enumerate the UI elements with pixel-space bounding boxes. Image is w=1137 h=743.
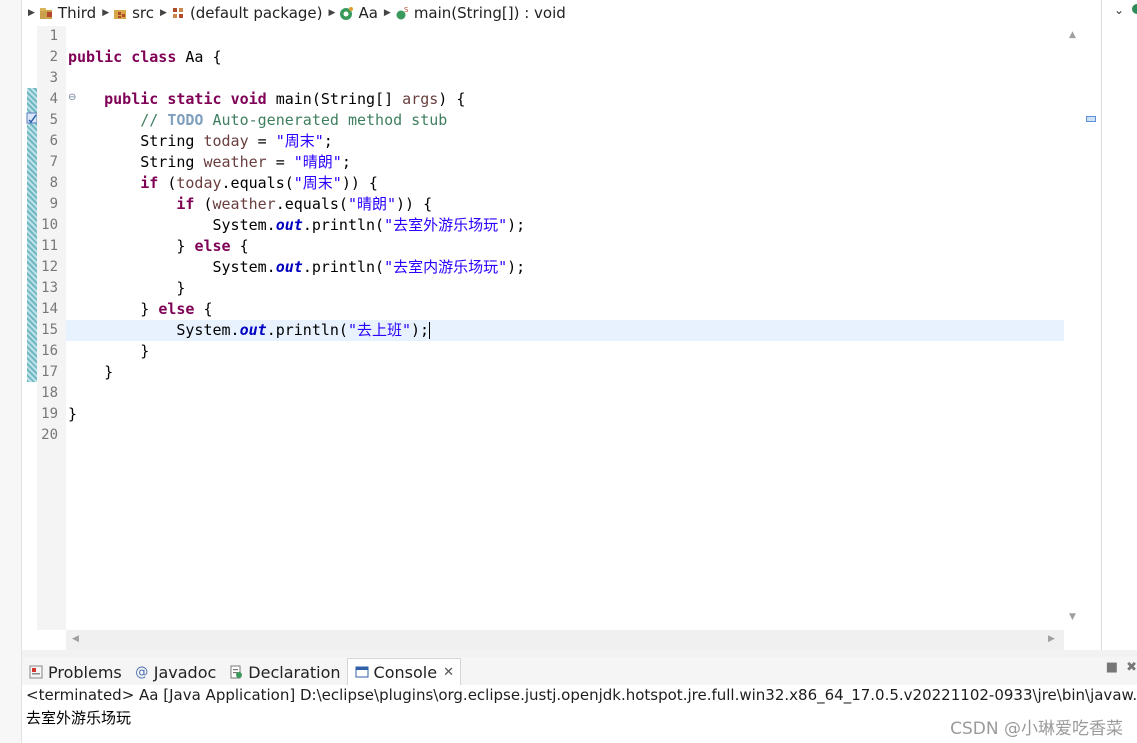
code-line-current: System.out.println("去上班"); [176, 321, 431, 339]
console-output: 去室外游乐场玩 [26, 709, 132, 727]
tab-label: Javadoc [153, 662, 217, 682]
tab-label: Problems [48, 662, 122, 682]
text-caret [429, 322, 431, 339]
line-number-gutter: 1 2 3 4 5 6 7 8 9 10 11 12 13 14 15 16 1… [37, 26, 76, 630]
line-number: 5 [49, 112, 58, 128]
console-status: <terminated> Aa [Java Application] D:\ec… [26, 686, 1137, 704]
terminate-icon[interactable]: ■ [1106, 660, 1118, 675]
line-number: 14 [41, 301, 58, 317]
code-editor[interactable]: 1 2 3 4 5 6 7 8 9 10 11 12 13 14 15 16 1… [22, 26, 1097, 650]
tab-javadoc[interactable]: @ Javadoc [128, 659, 223, 685]
remove-launch-icon[interactable]: ✖ [1126, 660, 1137, 675]
line-number: 7 [49, 154, 58, 170]
panel-separator[interactable] [22, 650, 1137, 657]
line-number: 12 [41, 259, 58, 275]
breadcrumb: ▶ Third ▶ src ▶ (default package) ▶ Aa ▶… [22, 0, 1097, 26]
method-icon: S [395, 6, 410, 21]
scroll-down-icon[interactable]: ▼ [1069, 612, 1076, 622]
scroll-up-icon[interactable]: ▲ [1069, 30, 1076, 40]
line-number: 3 [49, 70, 58, 86]
svg-text:S: S [404, 6, 409, 14]
project-icon [39, 6, 54, 21]
chevron-right-icon: ▶ [160, 8, 167, 18]
console-icon [354, 664, 370, 680]
chevron-right-icon: ▶ [102, 8, 110, 18]
line-number: 8 [49, 175, 58, 191]
source-folder-icon [113, 6, 128, 21]
chevron-right-icon: ▶ [28, 8, 35, 18]
line-number: 19 [41, 406, 58, 422]
declaration-icon [228, 664, 244, 680]
code-line: String today = "周末"; [140, 132, 333, 150]
code-line: String weather = "晴朗"; [140, 153, 351, 171]
breadcrumb-label: Aa [358, 4, 378, 22]
line-number: 13 [41, 280, 58, 296]
code-line: // TODO Auto-generated method stub [140, 111, 448, 129]
package-icon [171, 6, 186, 21]
change-marker [27, 88, 37, 382]
tab-problems[interactable]: Problems [22, 659, 128, 685]
problems-icon [28, 664, 44, 680]
view-toolbar: ■ ✖ [1106, 660, 1137, 675]
line-number: 1 [49, 28, 58, 44]
breadcrumb-item-project[interactable]: ▶ Third [22, 4, 96, 22]
code-line: } else { [176, 237, 249, 255]
line-number: 17 [41, 364, 58, 380]
chevron-right-icon: ▶ [328, 8, 336, 18]
code-line: } [176, 279, 186, 297]
class-icon [339, 6, 354, 21]
chevron-down-icon[interactable]: ⌄ [1114, 3, 1124, 17]
code-line: } [104, 363, 114, 381]
code-line: System.out.println("去室内游乐场玩"); [212, 258, 526, 276]
line-number: 6 [49, 133, 58, 149]
code-line: if (weather.equals("晴朗")) { [176, 195, 433, 213]
code-line: } [68, 405, 78, 423]
breadcrumb-item-method[interactable]: ▶ S main(String[]) : void [378, 4, 566, 22]
line-number: 15 [41, 322, 58, 338]
code-line: public static void main(String[] args) { [104, 90, 466, 108]
scroll-left-icon[interactable]: ◀ [72, 634, 79, 644]
javadoc-icon: @ [135, 664, 149, 680]
breadcrumb-label: (default package) [189, 4, 323, 22]
breadcrumb-label: main(String[]) : void [413, 4, 566, 22]
line-number: 10 [41, 217, 58, 233]
line-number: 20 [41, 427, 58, 443]
code-line: if (today.equals("周末")) { [140, 174, 378, 192]
close-icon[interactable]: ✕ [443, 665, 454, 680]
breadcrumb-label: src [132, 4, 155, 22]
breadcrumb-item-src[interactable]: ▶ src [96, 4, 154, 22]
code-line: } else { [140, 300, 213, 318]
breadcrumb-label: Third [57, 4, 97, 22]
breadcrumb-item-package[interactable]: ▶ (default package) [154, 4, 323, 22]
vertical-scrollbar[interactable]: ▲ ▼ [1064, 26, 1083, 630]
line-number: 18 [41, 385, 58, 401]
tab-console[interactable]: Console ✕ [346, 658, 461, 685]
watermark: CSDN @小琳爱吃香菜 [950, 719, 1123, 739]
change-ruler [24, 26, 38, 630]
breadcrumb-item-class[interactable]: ▶ Aa [323, 4, 378, 22]
line-number: 9 [49, 196, 58, 212]
chevron-right-icon: ▶ [383, 8, 391, 18]
line-number: 11 [41, 238, 58, 254]
tab-declaration[interactable]: Declaration [222, 659, 346, 685]
outline-panel: ⌄ [1101, 0, 1137, 650]
class-icon [1132, 4, 1137, 14]
scroll-right-icon[interactable]: ▶ [1048, 634, 1055, 644]
line-number: 2 [49, 49, 58, 65]
line-number: 4 [49, 91, 58, 107]
left-edge [0, 0, 22, 743]
bottom-panel-tabs: Problems @ Javadoc Declaration Console ✕ [22, 657, 1137, 685]
tab-label: Declaration [248, 662, 341, 682]
code-line: } [140, 342, 150, 360]
code-line: System.out.println("去室外游乐场玩"); [212, 216, 526, 234]
code-line: public class Aa { [68, 48, 222, 66]
tab-label: Console [373, 662, 438, 682]
line-number: 16 [41, 343, 58, 359]
code-area[interactable]: public class Aa { public static void mai… [66, 26, 1064, 630]
horizontal-scrollbar[interactable]: ◀ ▶ [66, 630, 1064, 650]
overview-ruler-marker[interactable] [1086, 116, 1096, 122]
